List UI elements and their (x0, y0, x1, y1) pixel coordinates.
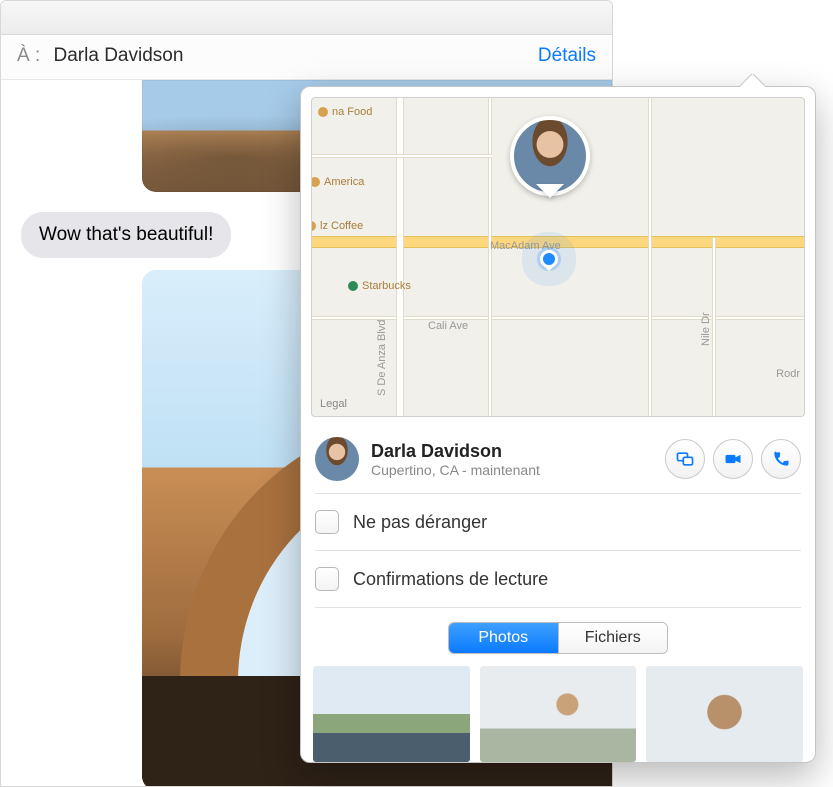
read-receipts-label: Confirmations de lecture (353, 569, 548, 590)
screen-share-button[interactable] (665, 439, 705, 479)
details-popover: na Food America lz Coffee Starbucks MacA… (300, 86, 816, 763)
map-street-label: S De Anza Blvd (376, 320, 388, 396)
map-road (488, 98, 492, 416)
details-button[interactable]: Détails (538, 45, 596, 67)
attachment-thumbnail[interactable] (313, 666, 470, 762)
attachment-thumbnails (301, 666, 815, 762)
map-road (312, 154, 492, 158)
conversation-header: À : Darla Davidson Détails (1, 35, 612, 80)
map-street-label: Nile Dr (700, 312, 712, 346)
to-label: À : (17, 45, 40, 66)
phone-icon (771, 449, 791, 469)
attachments-segmented-control: Photos Fichiers (448, 622, 668, 654)
contact-text: Darla Davidson Cupertino, CA - maintenan… (371, 441, 540, 478)
map-road (648, 98, 652, 416)
tab-files[interactable]: Fichiers (558, 623, 668, 653)
contact-info-row: Darla Davidson Cupertino, CA - maintenan… (301, 427, 815, 493)
recipient-name[interactable]: Darla Davidson (54, 45, 184, 66)
audio-call-button[interactable] (761, 439, 801, 479)
contact-location-line: Cupertino, CA - maintenant (371, 462, 540, 478)
location-map[interactable]: na Food America lz Coffee Starbucks MacA… (311, 97, 805, 417)
map-road (712, 238, 716, 416)
read-receipts-row[interactable]: Confirmations de lecture (301, 551, 815, 607)
map-poi: America (311, 176, 364, 188)
divider (315, 607, 801, 608)
location-dot-icon (540, 250, 558, 268)
map-street-label: Rodr (776, 368, 800, 380)
dnd-label: Ne pas déranger (353, 512, 487, 533)
attachment-thumbnail[interactable] (480, 666, 637, 762)
window-titlebar (1, 1, 612, 35)
map-poi: na Food (318, 106, 372, 118)
dnd-checkbox[interactable] (315, 510, 339, 534)
map-poi: lz Coffee (311, 220, 363, 232)
attachment-thumbnail[interactable] (646, 666, 803, 762)
screens-icon (675, 449, 695, 469)
received-message-bubble[interactable]: Wow that's beautiful! (21, 212, 231, 258)
map-poi: Starbucks (348, 280, 411, 292)
popover-arrow (739, 74, 765, 87)
read-receipts-checkbox[interactable] (315, 567, 339, 591)
recipient-field: À : Darla Davidson (17, 45, 183, 67)
contact-name: Darla Davidson (371, 441, 540, 462)
map-street-label: Cali Ave (428, 320, 468, 332)
contact-avatar[interactable] (315, 437, 359, 481)
map-road (396, 98, 404, 416)
video-icon (723, 449, 743, 469)
tab-photos[interactable]: Photos (449, 623, 558, 653)
do-not-disturb-row[interactable]: Ne pas déranger (301, 494, 815, 550)
map-legal-link[interactable]: Legal (320, 398, 347, 410)
video-call-button[interactable] (713, 439, 753, 479)
contact-action-buttons (665, 439, 801, 479)
contact-avatar-pin[interactable] (510, 116, 590, 196)
